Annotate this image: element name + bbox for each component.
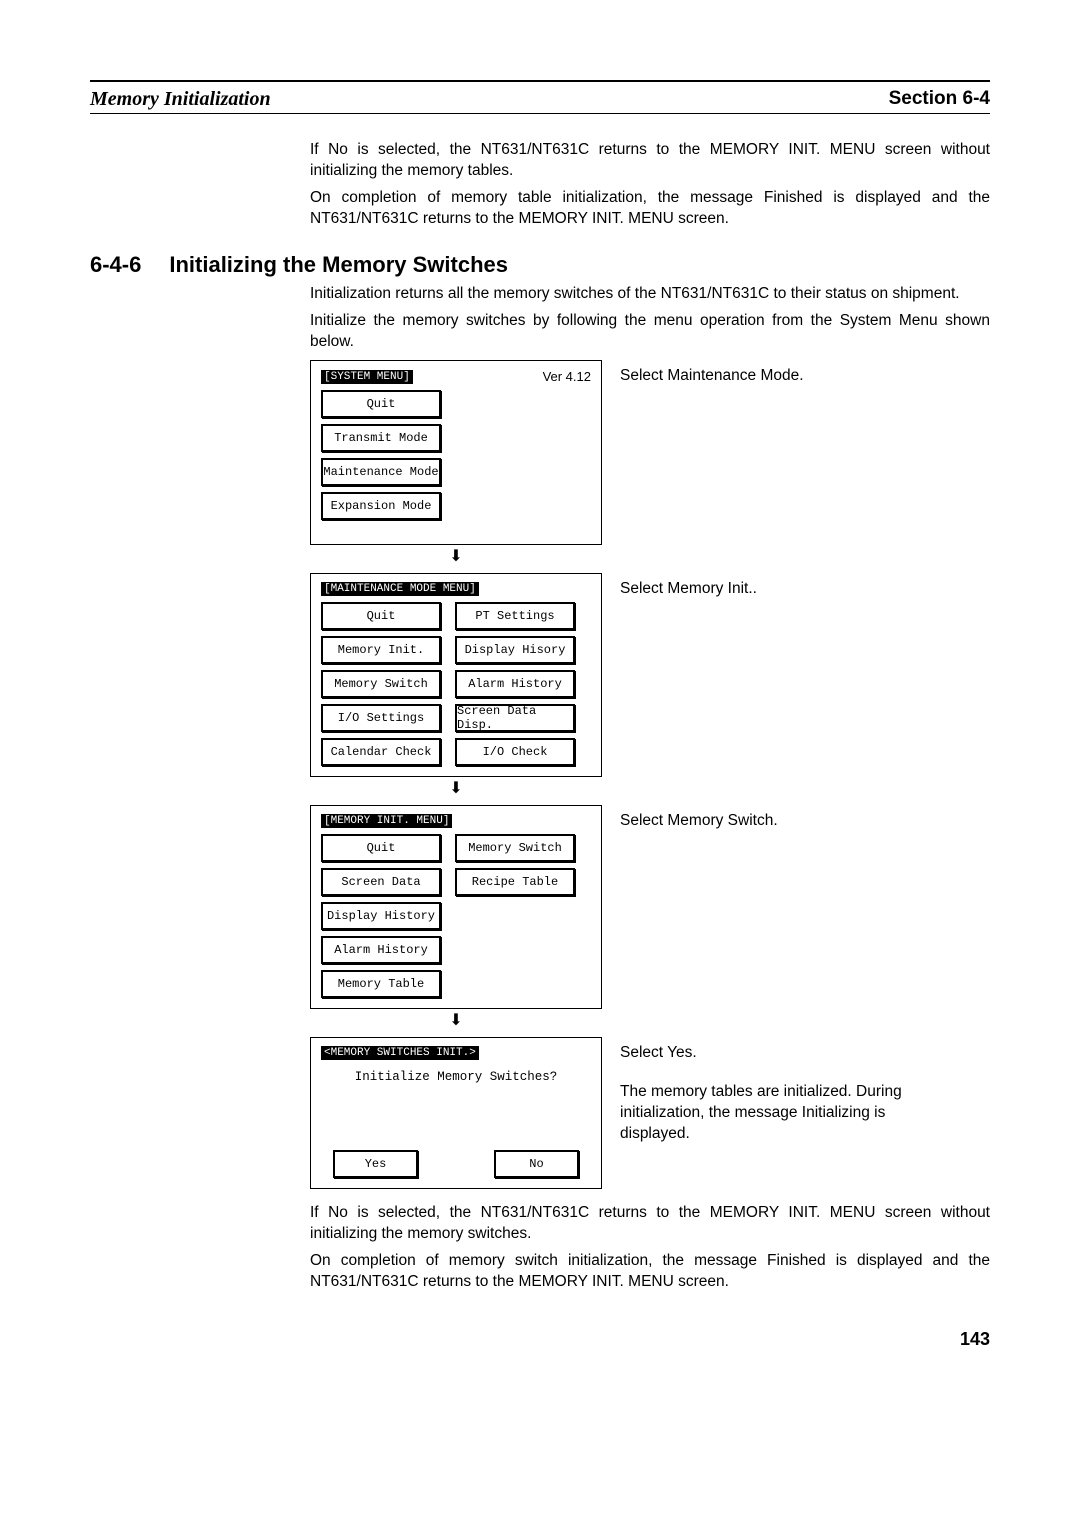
memory-switch-button[interactable]: Memory Switch (321, 670, 441, 698)
panel1-title-row: [SYSTEM MENU] Ver 4.12 (321, 369, 591, 384)
row-panel2: [MAINTENANCE MODE MENU] Quit Memory Init… (310, 573, 757, 777)
no-button[interactable]: No (494, 1150, 579, 1178)
panel4-caption1: Select Yes. (620, 1043, 940, 1064)
maintenance-mode-button[interactable]: Maintenance Mode (321, 458, 441, 486)
yes-button[interactable]: Yes (333, 1150, 418, 1178)
expansion-mode-button[interactable]: Expansion Mode (321, 492, 441, 520)
memory-init-button[interactable]: Memory Init. (321, 636, 441, 664)
display-history-button[interactable]: Display Hisory (455, 636, 575, 664)
memory-init-menu-panel: [MEMORY INIT. MENU] Quit Screen Data Dis… (310, 805, 602, 1009)
section-p1: Initialization returns all the memory sw… (310, 284, 990, 305)
intro-p2: On completion of memory table initializa… (310, 188, 990, 230)
screen-data-button[interactable]: Screen Data (321, 868, 441, 896)
transmit-mode-button[interactable]: Transmit Mode (321, 424, 441, 452)
panel2-title: [MAINTENANCE MODE MENU] (321, 582, 479, 596)
alarm-history-button[interactable]: Alarm History (455, 670, 575, 698)
header-right: Section 6-4 (889, 88, 990, 111)
down-arrow-icon: ⬇ (310, 549, 602, 565)
panel2-cols: Quit Memory Init. Memory Switch I/O Sett… (321, 596, 591, 766)
row-panel4: <MEMORY SWITCHES INIT.> Initialize Memor… (310, 1037, 940, 1189)
dialog-message: Initialize Memory Switches? (321, 1060, 591, 1150)
panel3-title-row: [MEMORY INIT. MENU] (321, 814, 591, 828)
panel4-caption2: The memory tables are initialized. Durin… (620, 1082, 940, 1145)
outro-p2: On completion of memory switch initializ… (310, 1251, 990, 1293)
down-arrow-icon: ⬇ (310, 781, 602, 797)
panels: [SYSTEM MENU] Ver 4.12 Quit Transmit Mod… (310, 352, 990, 1189)
panel3-title: [MEMORY INIT. MENU] (321, 814, 452, 828)
outro-p1: If No is selected, the NT631/NT631C retu… (310, 1203, 990, 1245)
panel4-title-row: <MEMORY SWITCHES INIT.> (321, 1046, 591, 1060)
running-header: Memory Initialization Section 6-4 (90, 86, 990, 113)
panel3-cols: Quit Screen Data Display History Alarm H… (321, 828, 591, 998)
io-check-button[interactable]: I/O Check (455, 738, 575, 766)
panel2-left-col: Quit Memory Init. Memory Switch I/O Sett… (321, 596, 441, 766)
memory-table-button[interactable]: Memory Table (321, 970, 441, 998)
quit-button[interactable]: Quit (321, 602, 441, 630)
header-left: Memory Initialization (90, 88, 271, 111)
row-panel1: [SYSTEM MENU] Ver 4.12 Quit Transmit Mod… (310, 360, 804, 545)
calendar-check-button[interactable]: Calendar Check (321, 738, 441, 766)
section-p2: Initialize the memory switches by follow… (310, 311, 990, 353)
io-settings-button[interactable]: I/O Settings (321, 704, 441, 732)
memory-switch-button[interactable]: Memory Switch (455, 834, 575, 862)
panel3-left-col: Quit Screen Data Display History Alarm H… (321, 828, 441, 998)
panel1-version: Ver 4.12 (543, 369, 591, 384)
panel1-caption: Select Maintenance Mode. (620, 366, 804, 387)
intro-p1: If No is selected, the NT631/NT631C retu… (310, 140, 990, 182)
page: Memory Initialization Section 6-4 If No … (0, 0, 1080, 1410)
section-title: Initializing the Memory Switches (169, 252, 508, 278)
alarm-history-button[interactable]: Alarm History (321, 936, 441, 964)
recipe-table-button[interactable]: Recipe Table (455, 868, 575, 896)
panel3-caption: Select Memory Switch. (620, 811, 778, 832)
memory-switches-init-panel: <MEMORY SWITCHES INIT.> Initialize Memor… (310, 1037, 602, 1189)
panel2-caption: Select Memory Init.. (620, 579, 757, 600)
pt-settings-button[interactable]: PT Settings (455, 602, 575, 630)
panel2-right-col: PT Settings Display Hisory Alarm History… (455, 596, 575, 766)
panel3-right-col: Memory Switch Recipe Table (455, 828, 575, 998)
panel4-title: <MEMORY SWITCHES INIT.> (321, 1046, 479, 1060)
quit-button[interactable]: Quit (321, 390, 441, 418)
system-menu-panel: [SYSTEM MENU] Ver 4.12 Quit Transmit Mod… (310, 360, 602, 545)
maintenance-menu-panel: [MAINTENANCE MODE MENU] Quit Memory Init… (310, 573, 602, 777)
panel1-title: [SYSTEM MENU] (321, 370, 413, 384)
rule-heavy (90, 80, 990, 82)
section-num: 6-4-6 (90, 252, 141, 278)
rule-thin (90, 113, 990, 114)
quit-button[interactable]: Quit (321, 834, 441, 862)
display-history-button[interactable]: Display History (321, 902, 441, 930)
screen-data-disp-button[interactable]: Screen Data Disp. (455, 704, 575, 732)
panel4-side: Select Yes. The memory tables are initia… (620, 1043, 940, 1145)
panel2-title-row: [MAINTENANCE MODE MENU] (321, 582, 591, 596)
page-number: 143 (90, 1329, 990, 1350)
spacer (321, 520, 591, 534)
section-heading: 6-4-6 Initializing the Memory Switches (90, 252, 990, 278)
row-panel3: [MEMORY INIT. MENU] Quit Screen Data Dis… (310, 805, 778, 1009)
dialog-actions: Yes No (321, 1150, 591, 1178)
down-arrow-icon: ⬇ (310, 1013, 602, 1029)
